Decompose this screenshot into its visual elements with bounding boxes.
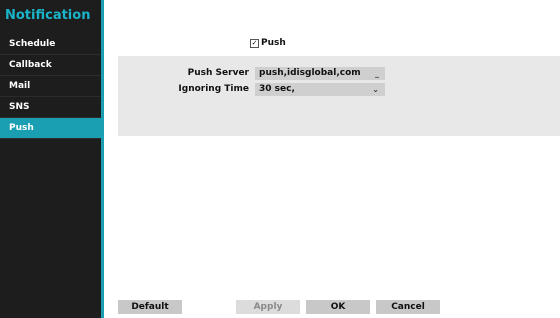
push-checkbox[interactable]: ✓ Push xyxy=(250,38,286,48)
sidebar: Notification Schedule Callback Mail SNS … xyxy=(0,0,104,318)
dropdown-arrow-icon: ⌄ xyxy=(372,85,379,94)
sidebar-item-push[interactable]: Push xyxy=(0,118,101,139)
sidebar-title: Notification xyxy=(5,8,91,23)
sidebar-item-mail[interactable]: Mail xyxy=(0,76,101,97)
ignoring-time-label: Ignoring Time xyxy=(178,84,249,94)
apply-button[interactable]: Apply xyxy=(236,300,300,314)
ignoring-time-select[interactable]: 30 sec, ⌄ xyxy=(255,83,385,96)
push-server-field[interactable]: push,idisglobal,com _ xyxy=(255,67,385,80)
sidebar-item-sns[interactable]: SNS xyxy=(0,97,101,118)
checkbox-checked-icon[interactable]: ✓ xyxy=(250,39,259,48)
cancel-button[interactable]: Cancel xyxy=(376,300,440,314)
ignoring-time-value: 30 sec, xyxy=(259,84,295,94)
push-server-value: push,idisglobal,com xyxy=(259,68,361,78)
ok-button[interactable]: OK xyxy=(306,300,370,314)
push-checkbox-label: Push xyxy=(261,38,286,48)
edit-caret-icon: _ xyxy=(375,69,379,78)
sidebar-item-schedule[interactable]: Schedule xyxy=(0,34,101,55)
push-server-label: Push Server xyxy=(187,68,249,78)
content-area: ✓ Push Push Server push,idisglobal,com _ … xyxy=(104,0,560,318)
sidebar-item-callback[interactable]: Callback xyxy=(0,55,101,76)
settings-panel: Push Server push,idisglobal,com _ Ignori… xyxy=(118,56,560,136)
default-button[interactable]: Default xyxy=(118,300,182,314)
